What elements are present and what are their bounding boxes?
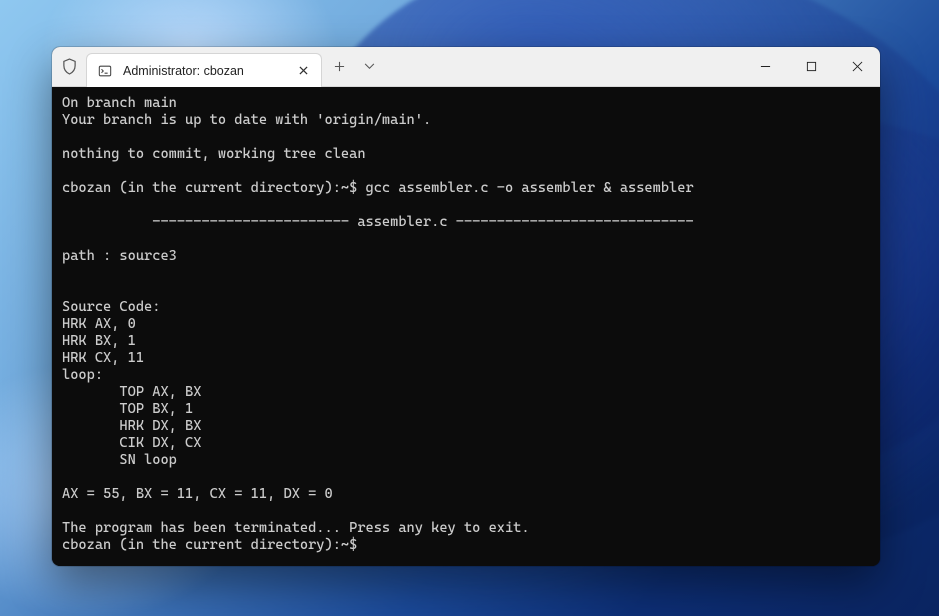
new-tab-button[interactable] xyxy=(324,47,354,86)
tab-close-button[interactable] xyxy=(293,61,313,81)
admin-shield-icon xyxy=(52,47,86,86)
tab-active[interactable]: Administrator: cbozan xyxy=(86,53,322,87)
terminal-viewport[interactable]: On branch main Your branch is up to date… xyxy=(52,87,880,566)
terminal-window: Administrator: cbozan On branch main You… xyxy=(52,47,880,566)
tab-title: Administrator: cbozan xyxy=(123,64,283,78)
tab-dropdown-button[interactable] xyxy=(354,47,384,86)
window-close-button[interactable] xyxy=(834,47,880,86)
maximize-button[interactable] xyxy=(788,47,834,86)
minimize-button[interactable] xyxy=(742,47,788,86)
titlebar-drag-region[interactable] xyxy=(384,47,742,86)
terminal-tab-icon xyxy=(97,63,113,79)
terminal-output: On branch main Your branch is up to date… xyxy=(62,95,870,554)
titlebar[interactable]: Administrator: cbozan xyxy=(52,47,880,87)
